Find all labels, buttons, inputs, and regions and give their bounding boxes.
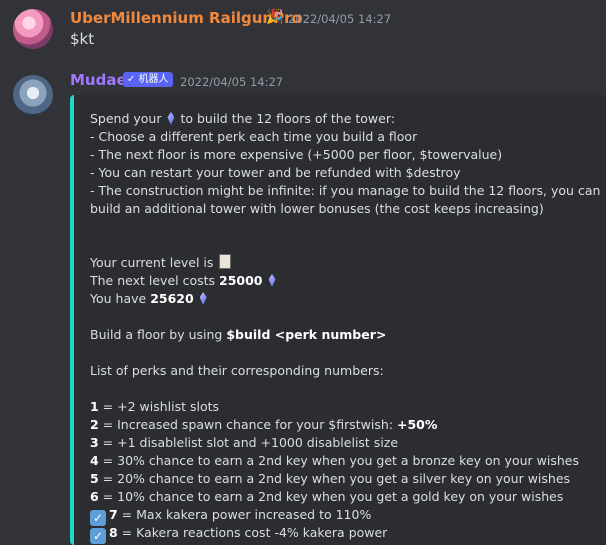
rule-line: - The next floor is more expensive (+500…	[90, 147, 503, 162]
perk-bonus: +50%	[397, 417, 438, 432]
timestamp: 2022/04/05 14:27	[288, 12, 392, 26]
have-label: You have	[90, 291, 147, 306]
embed: Spend your to build the 12 floors of the…	[70, 95, 606, 545]
kakera-icon	[268, 274, 276, 287]
build-line: Build a floor by using $build <perk numb…	[90, 326, 600, 344]
current-level-label: Your current level is	[90, 255, 214, 270]
perk-item: 3 = +1 disablelist slot and +1000 disabl…	[90, 434, 600, 452]
message-content: $kt	[70, 30, 95, 48]
perk-item: 1 = +2 wishlist slots	[90, 398, 600, 416]
perk-number: 1	[90, 399, 99, 414]
avatar[interactable]	[13, 75, 53, 115]
perk-number: 8	[109, 525, 118, 540]
kakera-icon	[199, 292, 207, 305]
perk-number: 3	[90, 435, 99, 450]
author-name[interactable]: Mudae	[70, 71, 127, 89]
party-icon: 🎉	[266, 9, 284, 25]
next-cost-line: The next level costs 25000	[90, 272, 600, 290]
perk-item: 2 = Increased spawn chance for your $fir…	[90, 416, 600, 434]
perk-number: 2	[90, 417, 99, 432]
intro-pre: Spend your	[90, 111, 162, 126]
perks-heading: List of perks and their corresponding nu…	[90, 363, 384, 378]
perk-item: 4 = 30% chance to earn a 2nd key when yo…	[90, 452, 600, 470]
perk-item: 6 = 10% chance to earn a 2nd key when yo…	[90, 488, 600, 506]
build-label: Build a floor by using	[90, 327, 223, 342]
perk-item-checked: ✓ 8 = Kakera reactions cost -4% kakera po…	[90, 524, 600, 544]
perk-text: = 30% chance to earn a 2nd key when you …	[98, 453, 579, 468]
rule-line: build an additional tower with lower bon…	[90, 201, 544, 216]
next-cost-value: 25000	[219, 273, 263, 288]
current-level-line: Your current level is	[90, 254, 600, 272]
timestamp: 2022/04/05 14:27	[180, 75, 284, 89]
perk-number: 7	[109, 507, 118, 522]
intro-line: Spend your to build the 12 floors of the…	[90, 110, 600, 128]
rule-line: - Choose a different perk each time you …	[90, 129, 418, 144]
perk-text: = Kakera reactions cost -4% kakera power	[117, 525, 388, 540]
perk-number: 6	[90, 489, 99, 504]
embed-body: Spend your to build the 12 floors of the…	[90, 110, 601, 544]
perk-text: = Max kakera power increased to 110%	[117, 507, 372, 522]
perk-item-checked: ✓ 7 = Max kakera power increased to 110%	[90, 506, 600, 526]
perk-text: = +1 disablelist slot and +1000 disablel…	[98, 435, 399, 450]
perk-number: 4	[90, 453, 99, 468]
perk-text: = 10% chance to earn a 2nd key when you …	[98, 489, 564, 504]
build-command: $build <perk number>	[226, 327, 387, 342]
perk-text: = 20% chance to earn a 2nd key when you …	[98, 471, 571, 486]
level-icon	[219, 254, 232, 269]
kakera-icon	[167, 112, 175, 125]
checkmark-icon: ✓	[90, 528, 106, 544]
bot-badge: ✓ 机器人	[123, 72, 173, 87]
rule-line: - The construction might be infinite: if…	[90, 183, 601, 198]
avatar[interactable]	[13, 9, 53, 49]
perk-text: = +2 wishlist slots	[98, 399, 220, 414]
have-value: 25620	[150, 291, 194, 306]
intro-post: to build the 12 floors of the tower:	[180, 111, 395, 126]
next-cost-label: The next level costs	[90, 273, 216, 288]
have-line: You have 25620	[90, 290, 600, 308]
perk-text: = Increased spawn chance for your $first…	[98, 417, 398, 432]
rule-line: - You can restart your tower and be refu…	[90, 165, 461, 180]
perk-number: 5	[90, 471, 99, 486]
perk-item: 5 = 20% chance to earn a 2nd key when yo…	[90, 470, 600, 488]
